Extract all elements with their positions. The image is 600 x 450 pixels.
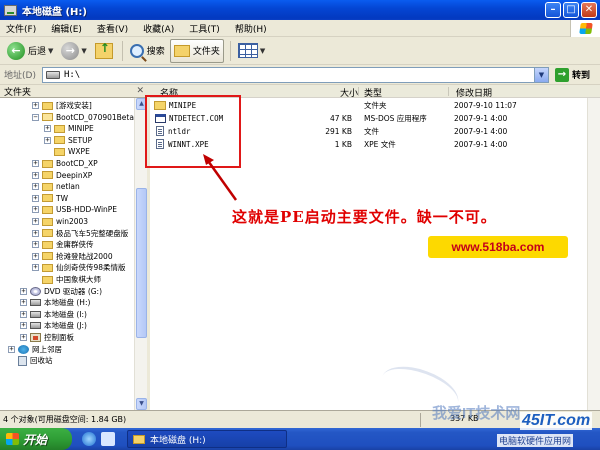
- start-button[interactable]: 开始: [0, 428, 72, 450]
- taskbar-window-button[interactable]: 本地磁盘 (H:): [127, 430, 287, 448]
- internet-explorer-icon[interactable]: [82, 432, 96, 446]
- status-text: 4 个对象(可用磁盘空间: 1.84 GB): [3, 415, 127, 424]
- watermark-text: 我爱IT技术网: [432, 405, 521, 422]
- brand-label: www.518ba.com: [428, 236, 568, 258]
- show-desktop-icon[interactable]: [101, 432, 115, 446]
- taskbar-window-label: 本地磁盘 (H:): [150, 435, 206, 446]
- status-divider: [420, 413, 421, 427]
- annotation-text: 这就是PE启动主要文件。缺一不可。: [232, 208, 497, 226]
- folder-icon: [133, 434, 145, 444]
- windows-flag-icon: [6, 433, 19, 445]
- watermark-subtitle: 电脑软硬件应用网: [497, 434, 574, 447]
- arrow-head: [203, 154, 214, 165]
- arrow-line: [204, 157, 238, 201]
- watermark-logo: 45IT.com: [520, 412, 593, 430]
- start-label: 开始: [23, 432, 48, 447]
